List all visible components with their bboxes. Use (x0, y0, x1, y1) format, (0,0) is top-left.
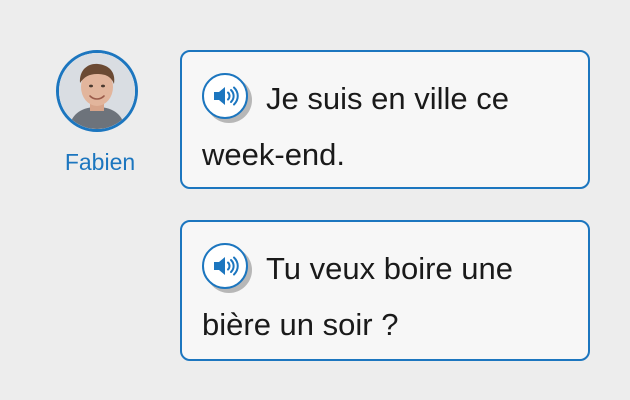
speaker-icon (214, 256, 239, 276)
person-photo (59, 53, 135, 129)
audio-play-button[interactable] (202, 73, 248, 119)
avatar (56, 50, 138, 132)
speaker-name: Fabien (64, 149, 136, 175)
speaker-icon (214, 86, 239, 106)
message-text: Tu veux boire une bière un soir ? (202, 251, 514, 342)
audio-play-button[interactable] (202, 243, 248, 289)
message-text: Je suis en ville ce week-end. (202, 81, 509, 172)
message-bubble: Tu veux boire une bière un soir ? (180, 220, 590, 361)
message-bubble: Je suis en ville ce week-end. (180, 50, 590, 189)
